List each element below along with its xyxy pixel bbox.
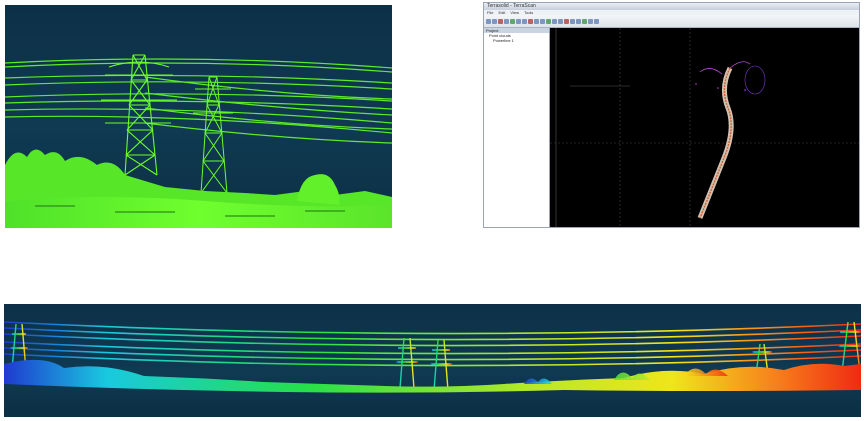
help-icon[interactable] (594, 18, 599, 24)
select-icon[interactable] (516, 18, 521, 24)
plan-viewport[interactable] (550, 28, 859, 227)
pointcloud-corridor-render (4, 321, 861, 393)
fit-icon[interactable] (558, 18, 563, 24)
pointcloud-towers-render (5, 54, 392, 228)
export-icon[interactable] (576, 18, 581, 24)
zoom-icon[interactable] (498, 18, 503, 24)
pointcloud-view-corridor (4, 304, 861, 417)
filter-icon[interactable] (540, 18, 545, 24)
tree-item-powerline[interactable]: Powerline 1 (484, 38, 549, 43)
pan-icon[interactable] (504, 18, 509, 24)
section-icon[interactable] (552, 18, 557, 24)
corridor-head (699, 61, 751, 75)
save-icon[interactable] (492, 18, 497, 24)
app-titlebar: Terrasolid - TerraScan (484, 3, 859, 10)
viewport-grid (550, 28, 859, 227)
layer-icon[interactable] (534, 18, 539, 24)
classify-icon[interactable] (528, 18, 533, 24)
tower-1 (101, 54, 177, 176)
toolbar (484, 15, 859, 28)
power-lines (5, 58, 392, 144)
render-icon[interactable] (582, 18, 587, 24)
info-icon[interactable] (564, 18, 569, 24)
measure-icon[interactable] (522, 18, 527, 24)
loop-marker (744, 65, 766, 95)
track-points (695, 83, 746, 91)
app-window: Terrasolid - TerraScan File Edit View To… (483, 2, 860, 228)
bush-right (297, 174, 340, 205)
profile-icon[interactable] (546, 18, 551, 24)
settings-icon[interactable] (588, 18, 593, 24)
corridor-power-lines (4, 321, 861, 367)
plan-view-render (550, 28, 859, 227)
rotate-icon[interactable] (510, 18, 515, 24)
pointcloud-view-towers (5, 5, 392, 228)
project-tree: Project Point clouds Powerline 1 (484, 28, 550, 227)
grid-icon[interactable] (570, 18, 575, 24)
open-icon[interactable] (486, 18, 491, 24)
